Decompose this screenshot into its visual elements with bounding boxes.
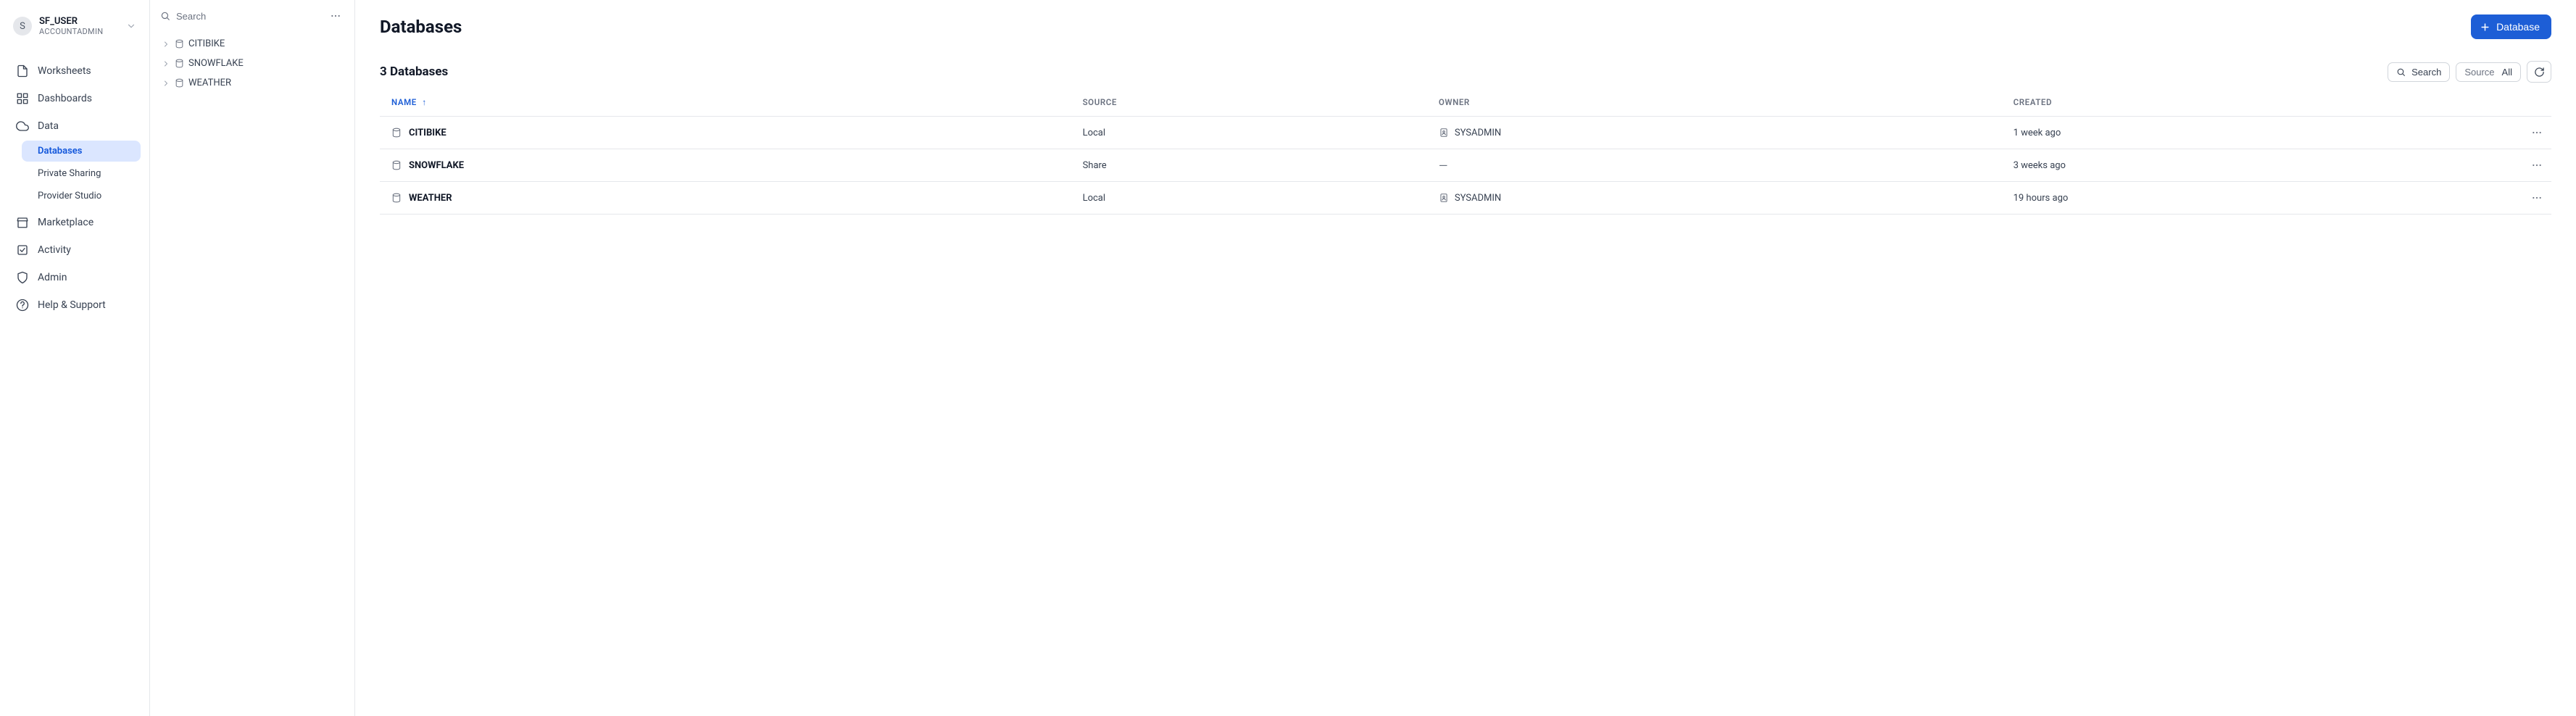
page-title: Databases	[380, 17, 462, 37]
nav-label: Worksheets	[38, 65, 91, 77]
nav-label: Help & Support	[38, 299, 106, 311]
nav-label: Data	[38, 120, 59, 132]
refresh-icon	[2534, 67, 2545, 78]
role-icon	[1439, 193, 1449, 203]
source-filter-button[interactable]: Source All	[2456, 62, 2521, 82]
created-cell: 3 weeks ago	[2008, 149, 2522, 182]
marketplace-icon	[16, 216, 29, 229]
source-cell: Local	[1077, 182, 1433, 215]
admin-icon	[16, 271, 29, 284]
main-content: Databases Database 3 Databases Search So…	[355, 0, 2576, 716]
tree-item[interactable]: WEATHER	[156, 74, 347, 92]
data-subnav: Databases Private Sharing Provider Studi…	[22, 141, 141, 207]
table-row[interactable]: WEATHER Local SYSADMIN 19 hours ago	[380, 182, 2551, 215]
row-overflow-button[interactable]	[2528, 157, 2546, 174]
chevron-right-icon	[162, 59, 170, 68]
owner-cell: SYSADMIN	[1455, 193, 1501, 204]
database-icon	[175, 39, 184, 49]
nav-item-worksheets[interactable]: Worksheets	[6, 58, 144, 84]
dashboards-icon	[16, 92, 29, 105]
database-icon	[391, 160, 402, 170]
object-tree-panel: CITIBIKE SNOWFLAKE WEATHER	[150, 0, 355, 716]
tree-item-label: SNOWFLAKE	[188, 58, 244, 69]
help-icon	[16, 299, 29, 312]
chevron-down-icon	[126, 21, 136, 31]
tree-item-label: CITIBIKE	[188, 38, 225, 49]
user-name-label: SF_USER	[39, 16, 119, 27]
nav-item-marketplace[interactable]: Marketplace	[6, 209, 144, 236]
left-sidebar: S SF_USER ACCOUNTADMIN Worksheets Dashbo…	[0, 0, 150, 716]
tree-item[interactable]: SNOWFLAKE	[156, 54, 347, 72]
tree-search-input[interactable]	[176, 11, 321, 22]
database-icon	[391, 193, 402, 203]
source-cell: Share	[1077, 149, 1433, 182]
subnav-item-provider-studio[interactable]: Provider Studio	[22, 186, 141, 207]
source-cell: Local	[1077, 117, 1433, 149]
nav-item-activity[interactable]: Activity	[6, 237, 144, 263]
chevron-right-icon	[162, 79, 170, 88]
table-row[interactable]: CITIBIKE Local SYSADMIN 1 week ago	[380, 117, 2551, 149]
refresh-button[interactable]	[2527, 61, 2551, 83]
nav-label: Admin	[38, 272, 67, 283]
database-tree: CITIBIKE SNOWFLAKE WEATHER	[150, 30, 354, 92]
source-filter-name: Source	[2464, 67, 2494, 78]
row-overflow-button[interactable]	[2528, 189, 2546, 207]
database-name-cell: CITIBIKE	[409, 128, 446, 138]
role-icon	[1439, 128, 1449, 138]
create-database-label: Database	[2496, 21, 2540, 33]
create-database-button[interactable]: Database	[2471, 14, 2551, 39]
owner-cell: —	[1439, 159, 1448, 172]
nav-item-data[interactable]: Data	[6, 113, 144, 139]
user-switcher[interactable]: S SF_USER ACCOUNTADMIN	[6, 13, 144, 45]
column-header-owner[interactable]: OWNER	[1433, 88, 2008, 117]
primary-nav-cont: Marketplace Activity Admin Help & Suppor…	[6, 209, 144, 318]
database-name-cell: SNOWFLAKE	[409, 160, 464, 171]
list-search-label: Search	[2411, 67, 2441, 78]
row-overflow-button[interactable]	[2528, 124, 2546, 141]
chevron-right-icon	[162, 40, 170, 49]
database-table: NAME ↑ SOURCE OWNER CREATED	[380, 88, 2551, 215]
table-row[interactable]: SNOWFLAKE Share — 3 weeks ago	[380, 149, 2551, 182]
column-header-source[interactable]: SOURCE	[1077, 88, 1433, 117]
nav-label: Activity	[38, 244, 71, 256]
user-role-label: ACCOUNTADMIN	[39, 27, 119, 36]
avatar: S	[13, 17, 32, 36]
owner-cell: SYSADMIN	[1455, 128, 1501, 138]
created-cell: 1 week ago	[2008, 117, 2522, 149]
database-icon	[175, 78, 184, 88]
database-icon	[175, 59, 184, 68]
source-filter-value: All	[2502, 67, 2512, 78]
list-count-title: 3 Databases	[380, 64, 448, 79]
primary-nav: Worksheets Dashboards Data	[6, 58, 144, 139]
created-cell: 19 hours ago	[2008, 182, 2522, 215]
subnav-item-private-sharing[interactable]: Private Sharing	[22, 163, 141, 184]
subnav-item-databases[interactable]: Databases	[22, 141, 141, 162]
nav-label: Dashboards	[38, 93, 92, 104]
activity-icon	[16, 243, 29, 257]
plus-icon	[2480, 22, 2490, 33]
column-header-name[interactable]: NAME ↑	[380, 88, 1077, 117]
data-icon	[16, 120, 29, 133]
worksheet-icon	[16, 64, 29, 78]
search-icon	[2396, 67, 2406, 77]
nav-item-help[interactable]: Help & Support	[6, 292, 144, 318]
database-icon	[391, 128, 402, 138]
tree-item[interactable]: CITIBIKE	[156, 35, 347, 53]
database-name-cell: WEATHER	[409, 193, 452, 204]
tree-overflow-button[interactable]	[327, 7, 344, 25]
sort-asc-icon: ↑	[422, 97, 426, 107]
nav-item-dashboards[interactable]: Dashboards	[6, 86, 144, 112]
column-header-created[interactable]: CREATED	[2008, 88, 2522, 117]
tree-item-label: WEATHER	[188, 78, 231, 88]
list-search-button[interactable]: Search	[2388, 62, 2450, 82]
nav-item-admin[interactable]: Admin	[6, 265, 144, 291]
search-icon	[160, 11, 170, 21]
nav-label: Marketplace	[38, 217, 94, 228]
